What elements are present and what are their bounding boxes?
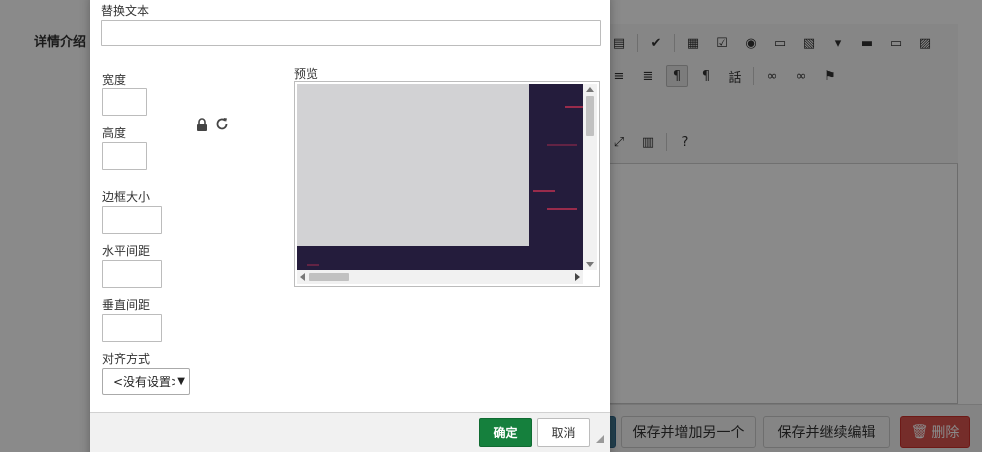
image-streak: [533, 190, 555, 192]
preview-label: 预览: [294, 67, 319, 81]
hspace-label: 水平间距: [102, 244, 151, 258]
hspace-input[interactable]: [102, 260, 162, 288]
border-input[interactable]: [102, 206, 162, 234]
resize-grip-icon[interactable]: [596, 435, 604, 443]
height-input[interactable]: [102, 142, 147, 170]
image-streak: [307, 264, 319, 266]
vertical-scroll-thumb[interactable]: [586, 96, 594, 136]
lock-icon[interactable]: [196, 118, 208, 132]
ok-button[interactable]: 确定: [479, 418, 532, 447]
image-streak: [565, 106, 583, 108]
vspace-input[interactable]: [102, 314, 162, 342]
vspace-label: 垂直间距: [102, 298, 151, 312]
width-input[interactable]: [102, 88, 147, 116]
preview-image: [297, 84, 583, 270]
align-select-value: <没有设置>: [113, 375, 175, 389]
width-label: 宽度: [102, 73, 127, 87]
horizontal-scroll-thumb[interactable]: [309, 273, 349, 281]
chevron-down-icon: ▼: [177, 376, 185, 387]
align-label: 对齐方式: [102, 352, 151, 366]
align-select[interactable]: <没有设置> ▼: [102, 368, 190, 395]
scroll-left-arrow-icon[interactable]: [300, 273, 305, 281]
alt-text-input[interactable]: [101, 20, 601, 46]
dialog-footer: 确定 取消: [90, 412, 610, 452]
height-label: 高度: [102, 126, 127, 140]
preview-panel[interactable]: [294, 81, 600, 287]
scroll-up-arrow-icon[interactable]: [586, 87, 594, 92]
border-label: 边框大小: [102, 190, 151, 204]
image-streak: [547, 144, 577, 146]
reset-size-icon[interactable]: [215, 117, 229, 131]
alt-text-label: 替换文本: [101, 4, 150, 18]
preview-placeholder-area: [297, 84, 529, 246]
image-streak: [547, 208, 577, 210]
scroll-down-arrow-icon[interactable]: [586, 262, 594, 267]
cancel-button[interactable]: 取消: [537, 418, 590, 447]
preview-horizontal-scrollbar[interactable]: [297, 270, 583, 284]
scroll-right-arrow-icon[interactable]: [575, 273, 580, 281]
image-properties-dialog: 替换文本 宽度 高度 边框大小 水平间距 垂直间距 对齐方式 <没有设置> ▼ …: [90, 0, 610, 452]
preview-vertical-scrollbar[interactable]: [583, 84, 597, 270]
